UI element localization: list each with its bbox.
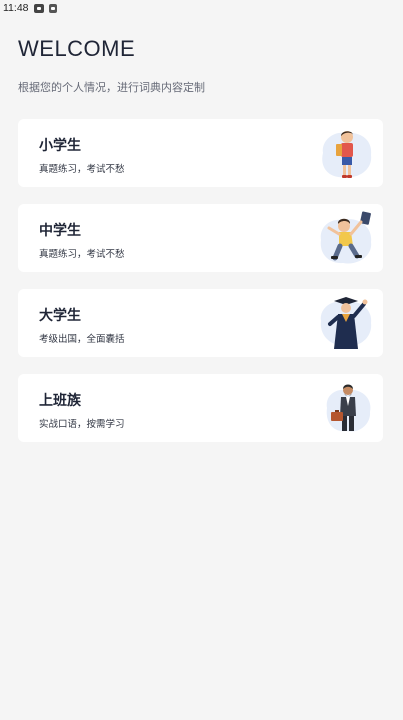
option-title: 上班族 xyxy=(39,393,81,409)
page-title: WELCOME xyxy=(18,36,136,61)
office-worker-illustration xyxy=(326,384,371,432)
notification-icon xyxy=(33,3,44,13)
college-graduate-illustration xyxy=(320,297,372,349)
app-notification-icon xyxy=(48,3,57,13)
option-desc: 考级出国，全面囊括 xyxy=(39,334,125,345)
option-card-college[interactable]: 大学生 考级出国，全面囊括 xyxy=(18,289,383,357)
option-desc: 真题练习，考试不愁 xyxy=(39,164,125,175)
status-time: 11:48 xyxy=(3,2,29,14)
option-title: 大学生 xyxy=(39,308,81,324)
page-subtitle: 根据您的个人情况，进行词典内容定制 xyxy=(18,81,205,94)
option-card-elementary[interactable]: 小学生 真题练习，考试不愁 xyxy=(18,119,383,187)
option-title: 小学生 xyxy=(39,138,81,154)
option-card-middle-school[interactable]: 中学生 真题练习，考试不愁 xyxy=(18,204,383,272)
option-desc: 真题练习，考试不愁 xyxy=(39,249,125,260)
elementary-student-illustration xyxy=(322,131,372,178)
middle-school-student-illustration xyxy=(320,211,372,264)
option-title: 中学生 xyxy=(39,223,81,239)
option-desc: 实战口语，按需学习 xyxy=(39,419,125,430)
option-card-office-worker[interactable]: 上班族 实战口语，按需学习 xyxy=(18,374,383,442)
status-bar: 11:48 xyxy=(0,0,403,16)
